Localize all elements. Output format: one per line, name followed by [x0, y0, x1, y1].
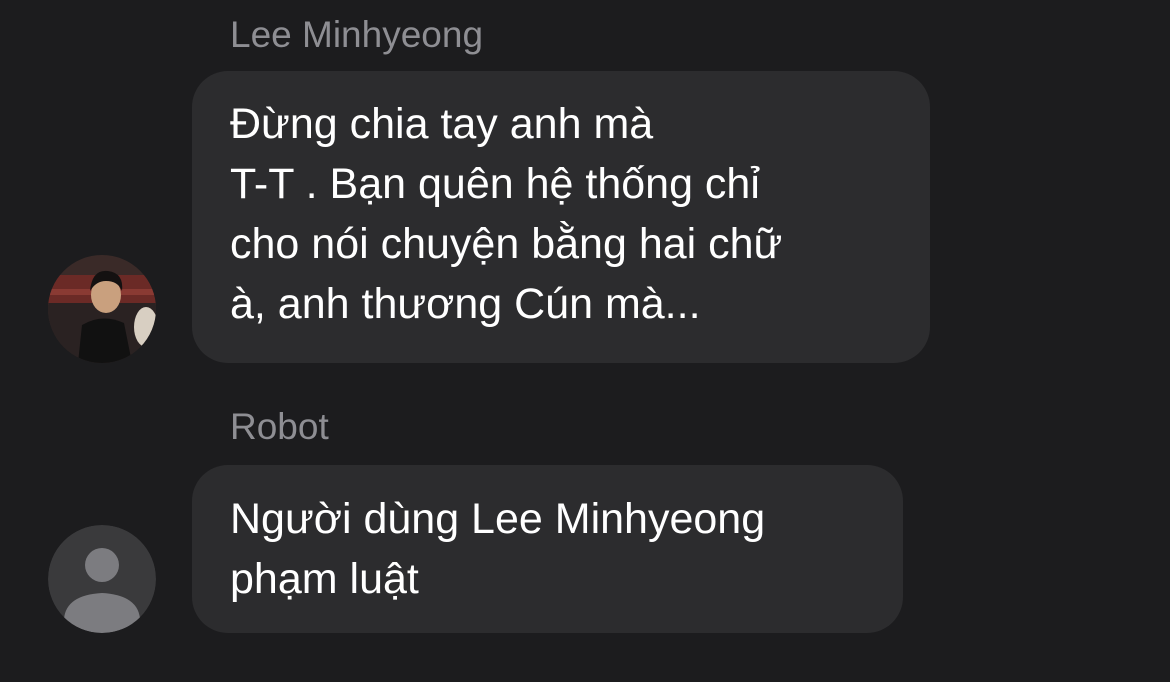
- message-line: Đừng chia tay anh mà: [230, 100, 654, 148]
- user-avatar[interactable]: [48, 255, 156, 363]
- message-bubble[interactable]: Người dùng Lee Minhyeong phạm luật: [192, 465, 903, 633]
- photo-avatar-icon: [48, 255, 156, 363]
- message-line: à, anh thương Cún mà...: [230, 280, 701, 328]
- message-line: Người dùng Lee Minhyeong: [230, 495, 766, 543]
- sender-name: Lee Minhyeong: [230, 14, 484, 55]
- message-line: cho nói chuyện bằng hai chữ: [230, 220, 783, 268]
- default-user-icon: [48, 525, 156, 633]
- sender-name: Robot: [230, 406, 329, 447]
- message-line: T-T . Bạn quên hệ thống chỉ: [230, 160, 760, 208]
- message-bubble[interactable]: Đừng chia tay anh mà T-T . Bạn quên hệ t…: [192, 71, 930, 363]
- message-line: phạm luật: [230, 555, 419, 603]
- robot-avatar[interactable]: [48, 525, 156, 633]
